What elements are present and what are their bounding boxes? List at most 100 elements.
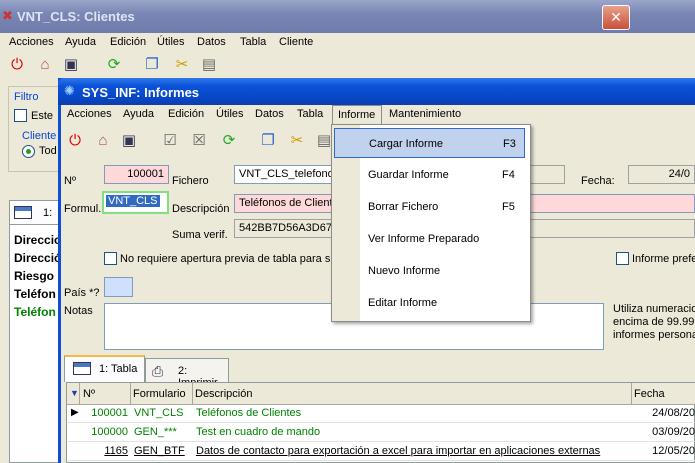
menu-item-ver[interactable]: Ver Informe Preparado [334, 224, 525, 254]
menu-ayuda[interactable]: Ayuda [123, 108, 154, 120]
list-item[interactable]: Direccio [14, 233, 61, 247]
back-menu-ayuda[interactable]: Ayuda [65, 36, 96, 48]
no-requiere-checkbox[interactable] [104, 252, 117, 265]
row-pointer-icon: ▶ [71, 407, 79, 418]
back-menu-tabla[interactable]: Tabla [240, 36, 266, 48]
tab-tabla-label: 1: Tabla [99, 363, 138, 375]
back-menu-cliente[interactable]: Cliente [279, 36, 313, 48]
cancel-stack-icon[interactable]: ☒ [188, 130, 210, 152]
back-tab-label: 1: [43, 207, 53, 219]
home-icon[interactable]: ⌂ [34, 54, 56, 76]
formul-label: Formul. [64, 203, 102, 215]
back-menu-acciones[interactable]: Acciones [9, 36, 54, 48]
descripcion-field[interactable]: Teléfonos de Cliente [234, 194, 332, 213]
app-icon: ✺ [64, 83, 75, 98]
back-menu-datos[interactable]: Datos [197, 36, 226, 48]
col-descripcion[interactable]: Descripción [195, 388, 252, 400]
home-icon[interactable]: ⌂ [92, 130, 114, 152]
fichero-field[interactable]: VNT_CLS_telefonos [234, 165, 332, 184]
check-stack-icon[interactable]: ☑ [159, 130, 181, 152]
col-fecha[interactable]: Fecha [634, 388, 665, 400]
copy-icon[interactable]: ❐ [141, 54, 163, 76]
back-menubar: Acciones Ayuda Edición Útiles Datos Tabl… [0, 33, 695, 51]
formul-value: VNT_CLS [106, 195, 160, 207]
table-icon [73, 362, 91, 375]
informe-pref-checkbox[interactable] [616, 252, 629, 265]
menu-acciones[interactable]: Acciones [67, 108, 112, 120]
col-formulario[interactable]: Formulario [133, 388, 186, 400]
menu-edicion[interactable]: Edición [168, 108, 204, 120]
back-tab[interactable]: 1: [9, 200, 61, 224]
suma-field-tail [527, 219, 695, 238]
no-requiere-label: No requiere apertura previa de tabla par… [120, 253, 337, 265]
suma-label: Suma verif. [172, 229, 228, 241]
refresh-icon[interactable]: ⟳ [103, 54, 125, 76]
tab-imprimir[interactable]: ⎙ 2: Imprimir [145, 358, 229, 389]
notas-label: Notas [64, 305, 93, 317]
front-menubar: Acciones Ayuda Edición Útiles Datos Tabl… [61, 105, 695, 125]
menu-item-cargar[interactable]: Cargar Informe F3 [334, 128, 525, 158]
stop-icon[interactable]: ⏻ [6, 54, 28, 76]
paste-icon[interactable]: ▤ [198, 54, 220, 76]
back-menu-utiles[interactable]: Útiles [157, 36, 185, 48]
menu-informe[interactable]: Informe [332, 105, 382, 125]
filtro-label: Filtro [14, 91, 39, 103]
todo-label: Tod [39, 145, 57, 157]
copy-icon[interactable]: ❐ [257, 130, 279, 152]
back-filter-panel: Filtro Este Cliente Tod [8, 86, 60, 172]
table-row[interactable]: 1165 GEN_BTF Datos de contacto para expo… [68, 443, 695, 461]
window-icon[interactable]: ▣ [60, 54, 82, 76]
close-icon[interactable]: ✕ [602, 5, 630, 30]
descripcion-label: Descripción [172, 203, 230, 215]
col-num[interactable]: Nº [83, 388, 95, 400]
back-window-titlebar: ✖ VNT_CLS: Clientes ✕ [0, 0, 695, 33]
back-list: Direccio Direcció Riesgo Teléfon Teléfon [9, 224, 61, 463]
cliente-label: Cliente [22, 130, 57, 142]
list-item[interactable]: Teléfon [14, 287, 56, 301]
info-text: Utiliza numeracion encima de 99.999 info… [613, 303, 695, 341]
fecha-field[interactable]: 24/0 [628, 165, 695, 184]
menu-item-borrar[interactable]: Borrar Fichero F5 [334, 192, 525, 222]
back-window-title: VNT_CLS: Clientes [17, 9, 135, 24]
tab-tabla[interactable]: 1: Tabla [64, 355, 145, 382]
scissors-icon[interactable]: ✂ [286, 130, 308, 152]
printer-icon: ⎙ [152, 363, 164, 379]
menu-item-nuevo[interactable]: Nuevo Informe [334, 256, 525, 286]
stop-icon[interactable]: ⏻ [64, 130, 86, 152]
fichero-extra-field[interactable] [527, 165, 565, 184]
menu-utiles[interactable]: Útiles [216, 108, 244, 120]
menu-mantenimiento[interactable]: Mantenimiento [389, 108, 461, 120]
menu-item-editar[interactable]: Editar Informe [334, 288, 525, 318]
table-header: ▼ Nº Formulario Descripción Fecha [67, 383, 695, 405]
suma-field: 542BB7D56A3D674 [234, 219, 332, 238]
menu-datos[interactable]: Datos [255, 108, 284, 120]
num-field[interactable]: 100001 [104, 165, 169, 184]
este-label: Este [31, 110, 54, 122]
refresh-icon[interactable]: ⟳ [218, 130, 240, 152]
num-label: Nº [64, 175, 76, 187]
table-row[interactable]: 100000 GEN_*** Test en cuadro de mando 0… [68, 424, 695, 442]
fecha-label: Fecha: [581, 175, 615, 187]
table-icon [14, 206, 32, 219]
front-window-titlebar: ✺ SYS_INF: Informes [58, 78, 695, 105]
este-checkbox[interactable] [14, 109, 27, 122]
informe-pref-label: Informe prefe [632, 253, 695, 265]
formul-field[interactable]: VNT_CLS [102, 191, 169, 214]
pais-field[interactable] [104, 277, 133, 297]
menu-tabla[interactable]: Tabla [297, 108, 323, 120]
informe-dropdown: Cargar Informe F3 Guardar Informe F4 Bor… [331, 124, 531, 322]
descripcion-field-tail[interactable] [527, 194, 695, 213]
back-menu-edicion[interactable]: Edición [110, 36, 146, 48]
list-item[interactable]: Direcció [14, 251, 61, 265]
scissors-icon[interactable]: ✂ [171, 54, 193, 76]
menu-item-guardar[interactable]: Guardar Informe F4 [334, 160, 525, 190]
table-row[interactable]: ▶ 100001 VNT_CLS Teléfonos de Clientes 2… [68, 405, 695, 423]
window-icon[interactable]: ▣ [118, 130, 140, 152]
todo-radio[interactable] [22, 145, 35, 158]
app-icon: ✖ [2, 8, 13, 23]
list-item[interactable]: Teléfon [14, 305, 56, 319]
list-item[interactable]: Riesgo [14, 269, 54, 283]
front-window-title: SYS_INF: Informes [82, 85, 200, 100]
sort-arrow-icon[interactable]: ▼ [70, 388, 79, 398]
fichero-label: Fichero [172, 175, 209, 187]
